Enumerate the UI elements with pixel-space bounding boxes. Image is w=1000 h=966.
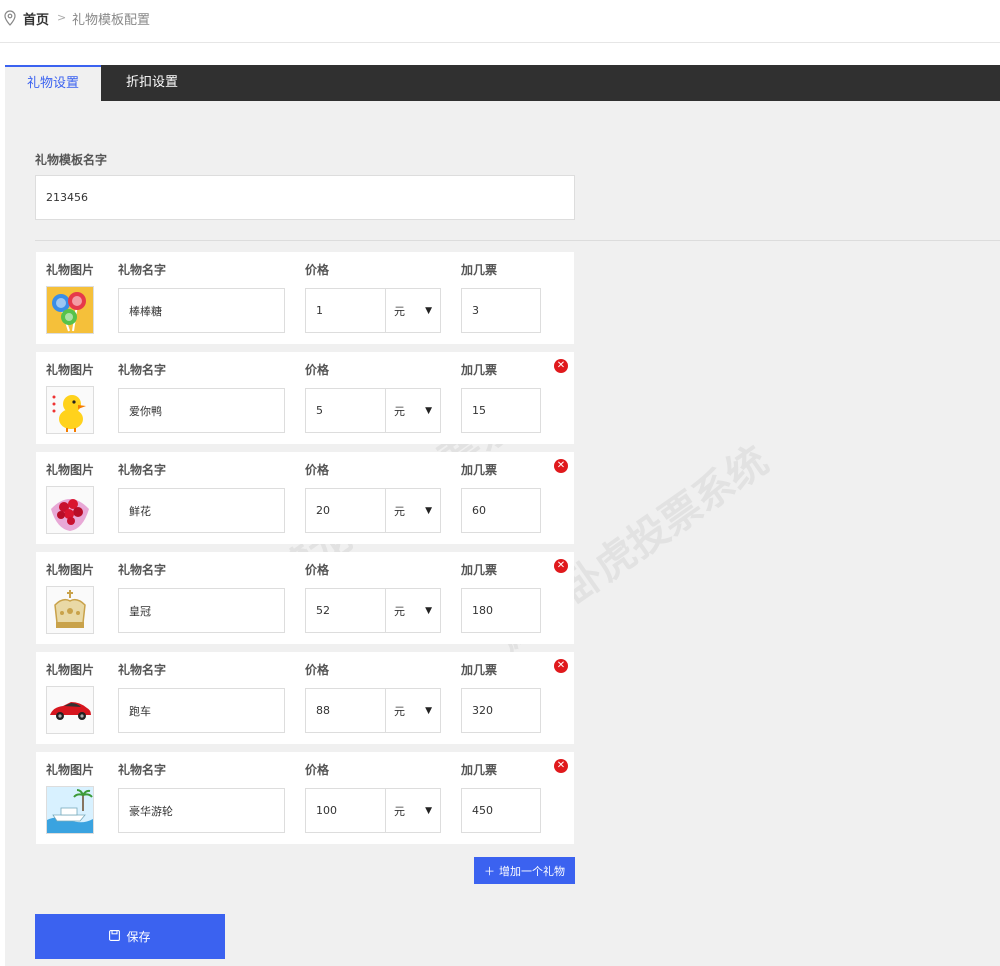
gift-name-input[interactable] bbox=[118, 788, 285, 833]
gift-price-input[interactable] bbox=[305, 488, 386, 533]
add-gift-label: 增加一个礼物 bbox=[499, 864, 565, 878]
gift-votes-input[interactable] bbox=[461, 388, 541, 433]
gift-price-label: 价格 bbox=[305, 563, 330, 577]
dropdown-caret-icon: ▼ bbox=[425, 805, 432, 816]
gift-item-card: 礼物图片礼物名字价格加几票元▼✕ bbox=[36, 752, 574, 844]
gift-name-input[interactable] bbox=[118, 288, 285, 333]
gift-votes-label: 加几票 bbox=[461, 263, 498, 277]
price-unit-select[interactable]: 元 ▼ bbox=[385, 688, 441, 733]
gift-item-card: 礼物图片礼物名字价格加几票元▼✕ bbox=[36, 652, 574, 744]
sports-car-icon[interactable] bbox=[46, 686, 94, 734]
gift-item-card: 礼物图片礼物名字价格加几票元▼✕ bbox=[36, 452, 574, 544]
gift-votes-input[interactable] bbox=[461, 288, 541, 333]
gift-price-label: 价格 bbox=[305, 463, 330, 477]
gift-votes-label: 加几票 bbox=[461, 363, 498, 377]
gift-price-label: 价格 bbox=[305, 763, 330, 777]
gift-price-input[interactable] bbox=[305, 388, 386, 433]
dropdown-caret-icon: ▼ bbox=[425, 405, 432, 416]
gift-votes-input[interactable] bbox=[461, 588, 541, 633]
price-unit-value: 元 bbox=[394, 304, 405, 318]
gift-image-label: 礼物图片 bbox=[46, 463, 95, 477]
gift-votes-label: 加几票 bbox=[461, 463, 498, 477]
gift-votes-input[interactable] bbox=[461, 488, 541, 533]
gift-price-label: 价格 bbox=[305, 263, 330, 277]
gift-name-label: 礼物名字 bbox=[118, 563, 167, 577]
delete-gift-icon[interactable]: ✕ bbox=[554, 359, 568, 373]
gift-name-input[interactable] bbox=[118, 588, 285, 633]
gift-name-input[interactable] bbox=[118, 488, 285, 533]
flower-bouquet-icon[interactable] bbox=[46, 486, 94, 534]
price-unit-select[interactable]: 元 ▼ bbox=[385, 488, 441, 533]
gift-votes-label: 加几票 bbox=[461, 663, 498, 677]
gift-name-label: 礼物名字 bbox=[118, 763, 167, 777]
gift-name-input[interactable] bbox=[118, 688, 285, 733]
price-unit-value: 元 bbox=[394, 604, 405, 618]
lollipop-icon[interactable] bbox=[46, 286, 94, 334]
gift-name-input[interactable] bbox=[118, 388, 285, 433]
tab-gift-settings[interactable]: 礼物设置 bbox=[5, 65, 101, 101]
duck-icon[interactable] bbox=[46, 386, 94, 434]
template-name-input[interactable] bbox=[35, 175, 575, 220]
dropdown-caret-icon: ▼ bbox=[425, 305, 432, 316]
gift-item-card: 礼物图片礼物名字价格加几票元▼✕ bbox=[36, 352, 574, 444]
crown-icon[interactable] bbox=[46, 586, 94, 634]
price-unit-select[interactable]: 元 ▼ bbox=[385, 288, 441, 333]
delete-gift-icon[interactable]: ✕ bbox=[554, 659, 568, 673]
gift-item-card: 礼物图片礼物名字价格加几票元▼✕ bbox=[36, 552, 574, 644]
gift-votes-label: 加几票 bbox=[461, 563, 498, 577]
gift-votes-label: 加几票 bbox=[461, 763, 498, 777]
price-unit-value: 元 bbox=[394, 804, 405, 818]
price-unit-value: 元 bbox=[394, 504, 405, 518]
gift-name-label: 礼物名字 bbox=[118, 363, 167, 377]
gift-price-input[interactable] bbox=[305, 788, 386, 833]
tab-discount-settings[interactable]: 折扣设置 bbox=[108, 65, 196, 101]
save-label: 保存 bbox=[126, 930, 151, 944]
gift-item-card: 礼物图片礼物名字价格加几票元▼ bbox=[36, 252, 574, 344]
gift-settings-panel: 藏龙卧虎投票系统 藏龙卧虎投票系统 礼物模板名字 礼物图片礼物名字价格加几票元▼… bbox=[5, 101, 1000, 966]
save-icon bbox=[109, 929, 121, 944]
gift-price-label: 价格 bbox=[305, 663, 330, 677]
delete-gift-icon[interactable]: ✕ bbox=[554, 759, 568, 773]
price-unit-select[interactable]: 元 ▼ bbox=[385, 588, 441, 633]
price-unit-value: 元 bbox=[394, 404, 405, 418]
divider bbox=[35, 240, 1000, 241]
gift-price-input[interactable] bbox=[305, 688, 386, 733]
gift-image-label: 礼物图片 bbox=[46, 663, 95, 677]
save-button[interactable]: 保存 bbox=[35, 914, 225, 959]
template-name-label: 礼物模板名字 bbox=[35, 153, 108, 167]
delete-gift-icon[interactable]: ✕ bbox=[554, 559, 568, 573]
tab-bar: 礼物设置 折扣设置 bbox=[5, 65, 1000, 101]
gift-name-label: 礼物名字 bbox=[118, 663, 167, 677]
gift-name-label: 礼物名字 bbox=[118, 463, 167, 477]
price-unit-value: 元 bbox=[394, 704, 405, 718]
price-unit-select[interactable]: 元 ▼ bbox=[385, 388, 441, 433]
gift-image-label: 礼物图片 bbox=[46, 263, 95, 277]
gift-price-input[interactable] bbox=[305, 588, 386, 633]
breadcrumb-current: 礼物模板配置 bbox=[72, 13, 151, 28]
gift-votes-input[interactable] bbox=[461, 688, 541, 733]
gift-image-label: 礼物图片 bbox=[46, 363, 95, 377]
location-pin-icon bbox=[4, 10, 16, 30]
dropdown-caret-icon: ▼ bbox=[425, 605, 432, 616]
add-gift-button[interactable]: ＋ 增加一个礼物 bbox=[474, 857, 575, 884]
gift-price-label: 价格 bbox=[305, 363, 330, 377]
plus-icon: ＋ bbox=[484, 864, 495, 878]
breadcrumb-separator: > bbox=[57, 11, 67, 24]
breadcrumb-home-link[interactable]: 首页 bbox=[23, 9, 49, 28]
delete-gift-icon[interactable]: ✕ bbox=[554, 459, 568, 473]
breadcrumb-bar: 首页 > 礼物模板配置 bbox=[0, 0, 1000, 43]
price-unit-select[interactable]: 元 ▼ bbox=[385, 788, 441, 833]
gift-name-label: 礼物名字 bbox=[118, 263, 167, 277]
dropdown-caret-icon: ▼ bbox=[425, 705, 432, 716]
gift-image-label: 礼物图片 bbox=[46, 563, 95, 577]
gift-price-input[interactable] bbox=[305, 288, 386, 333]
cruise-ship-icon[interactable] bbox=[46, 786, 94, 834]
gift-votes-input[interactable] bbox=[461, 788, 541, 833]
dropdown-caret-icon: ▼ bbox=[425, 505, 432, 516]
gift-image-label: 礼物图片 bbox=[46, 763, 95, 777]
